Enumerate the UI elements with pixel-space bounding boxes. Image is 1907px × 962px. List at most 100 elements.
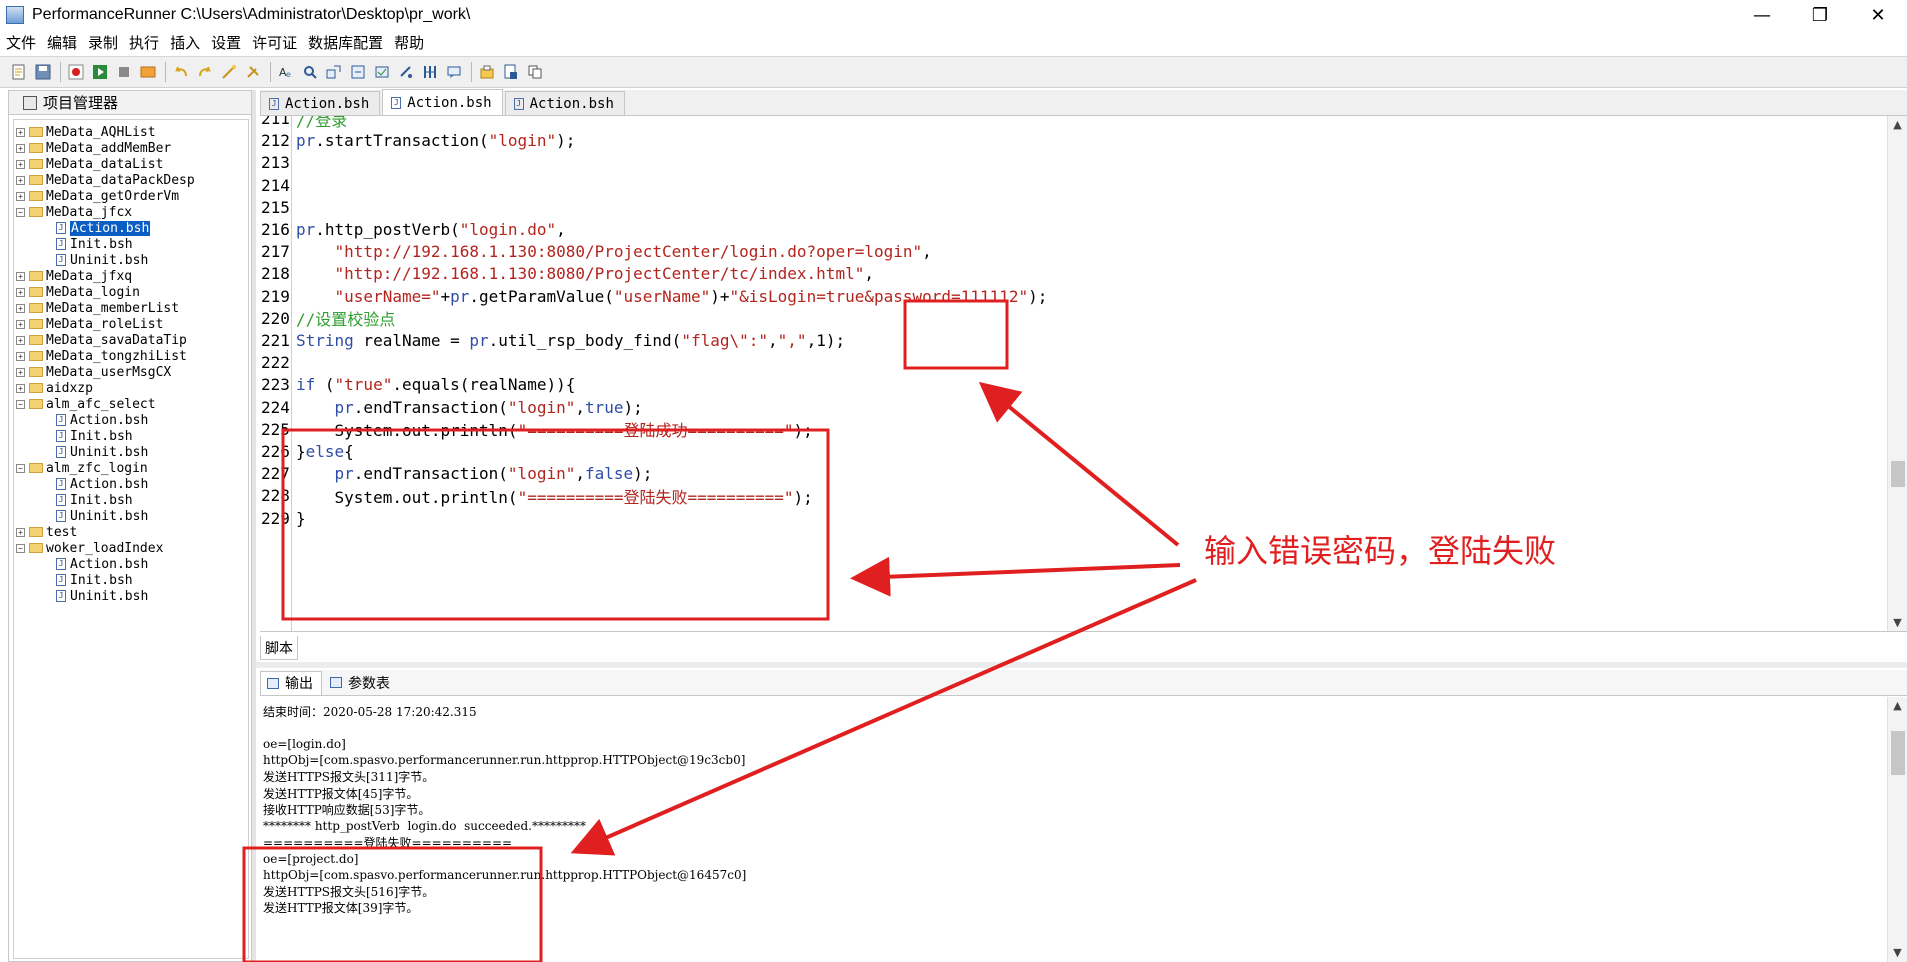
code-token: );: [633, 464, 653, 484]
horizontal-splitter[interactable]: [256, 662, 1907, 668]
expand-icon[interactable]: +: [16, 303, 25, 313]
menu-settings[interactable]: 设置: [205, 32, 246, 53]
tree-folder[interactable]: + MeData_savaDataTip: [14, 332, 248, 348]
save-icon[interactable]: [34, 63, 52, 81]
collapse-icon[interactable]: −: [16, 399, 25, 409]
tree-file[interactable]: J Action.bsh: [14, 220, 248, 236]
record-icon[interactable]: [67, 63, 85, 81]
font-icon[interactable]: Ae: [277, 63, 295, 81]
expand-icon[interactable]: +: [16, 159, 25, 169]
tree-file[interactable]: J Uninit.bsh: [14, 444, 248, 460]
copy-icon[interactable]: [526, 63, 544, 81]
expand-icon[interactable]: +: [16, 143, 25, 153]
scroll-up-icon[interactable]: ▲: [1888, 116, 1907, 134]
expand-icon[interactable]: +: [16, 367, 25, 377]
tree-file[interactable]: J Init.bsh: [14, 236, 248, 252]
tree-folder[interactable]: + MeData_jfxq: [14, 268, 248, 284]
tree-file[interactable]: J Uninit.bsh: [14, 508, 248, 524]
scroll-down-icon[interactable]: ▼: [1888, 944, 1907, 962]
tree-folder[interactable]: + MeData_getOrderVm: [14, 188, 248, 204]
tree-file[interactable]: J Action.bsh: [14, 476, 248, 492]
new-file-icon[interactable]: [10, 63, 28, 81]
tree-folder[interactable]: + MeData_memberList: [14, 300, 248, 316]
stop-icon[interactable]: [115, 63, 133, 81]
checkpoint-icon[interactable]: [373, 63, 391, 81]
maximize-button[interactable]: ❐: [1791, 0, 1849, 30]
tab-output[interactable]: 输出: [260, 670, 322, 695]
tree-folder[interactable]: − woker_loadIndex: [14, 540, 248, 556]
expand-icon[interactable]: +: [16, 527, 25, 537]
menu-database-config[interactable]: 数据库配置: [302, 32, 388, 53]
play-icon[interactable]: [91, 63, 109, 81]
undo-icon[interactable]: [172, 63, 190, 81]
collapse-icon[interactable]: −: [16, 463, 25, 473]
parameter-icon[interactable]: [397, 63, 415, 81]
tree-file[interactable]: J Init.bsh: [14, 428, 248, 444]
search-icon[interactable]: [301, 63, 319, 81]
collapse-icon[interactable]: −: [16, 207, 25, 217]
menu-run[interactable]: 执行: [123, 32, 164, 53]
output-log[interactable]: 结束时间：2020-05-28 17:20:42.315 oe=[login.do…: [260, 697, 1907, 962]
panel-splitter[interactable]: [252, 90, 256, 962]
editor-scroll-thumb[interactable]: [1891, 461, 1905, 487]
redo-icon[interactable]: [196, 63, 214, 81]
expand-icon[interactable]: +: [16, 271, 25, 281]
expand-icon[interactable]: +: [16, 175, 25, 185]
tree-folder[interactable]: + MeData_tongzhiList: [14, 348, 248, 364]
tools-icon[interactable]: [244, 63, 262, 81]
tree-folder[interactable]: − alm_afc_select: [14, 396, 248, 412]
menu-insert[interactable]: 插入: [164, 32, 205, 53]
code-editor[interactable]: 211//登录 212 pr.startTransaction("login"); 2…: [260, 116, 1907, 632]
expand-icon[interactable]: +: [16, 287, 25, 297]
expand-icon[interactable]: +: [16, 335, 25, 345]
menu-record[interactable]: 录制: [82, 32, 123, 53]
tree-file[interactable]: J Init.bsh: [14, 492, 248, 508]
tab-action-2[interactable]: J Action.bsh: [382, 89, 503, 115]
expand-icon[interactable]: +: [16, 351, 25, 361]
tree-folder[interactable]: + MeData_dataPackDesp: [14, 172, 248, 188]
settings-icon[interactable]: [478, 63, 496, 81]
menu-edit[interactable]: 编辑: [41, 32, 82, 53]
tree-folder[interactable]: + MeData_AQHList: [14, 124, 248, 140]
comment-icon[interactable]: [445, 63, 463, 81]
tree-folder[interactable]: + MeData_userMsgCX: [14, 364, 248, 380]
tree-folder[interactable]: + MeData_roleList: [14, 316, 248, 332]
tree-folder[interactable]: + MeData_login: [14, 284, 248, 300]
menu-file[interactable]: 文件: [0, 32, 41, 53]
columns-icon[interactable]: [421, 63, 439, 81]
menu-license[interactable]: 许可证: [246, 32, 302, 53]
tab-action-3[interactable]: J Action.bsh: [504, 91, 625, 115]
transaction-icon[interactable]: [325, 63, 343, 81]
tree-file[interactable]: J Uninit.bsh: [14, 588, 248, 604]
document-icon[interactable]: [502, 63, 520, 81]
tree-file[interactable]: J Init.bsh: [14, 572, 248, 588]
tree-folder[interactable]: + MeData_dataList: [14, 156, 248, 172]
editor-scrollbar[interactable]: ▲ ▼: [1887, 116, 1907, 631]
tab-parameter-table[interactable]: 参数表: [324, 671, 398, 695]
output-scroll-thumb[interactable]: [1891, 731, 1905, 775]
tree-folder[interactable]: + MeData_addMemBer: [14, 140, 248, 156]
tree-folder[interactable]: + test: [14, 524, 248, 540]
close-button[interactable]: ✕: [1849, 0, 1907, 30]
minimize-button[interactable]: —: [1733, 0, 1791, 30]
expand-icon[interactable]: +: [16, 383, 25, 393]
output-scrollbar[interactable]: ▲ ▼: [1887, 697, 1907, 962]
toggle-icon[interactable]: [139, 63, 157, 81]
wand-icon[interactable]: [220, 63, 238, 81]
collapse-icon[interactable]: −: [16, 543, 25, 553]
scroll-down-icon[interactable]: ▼: [1888, 614, 1907, 631]
expand-icon[interactable]: +: [16, 191, 25, 201]
tree-file[interactable]: J Action.bsh: [14, 412, 248, 428]
tree-folder[interactable]: − MeData_jfcx: [14, 204, 248, 220]
scroll-up-icon[interactable]: ▲: [1888, 697, 1907, 715]
rendezvous-icon[interactable]: [349, 63, 367, 81]
menu-help[interactable]: 帮助: [388, 32, 429, 53]
tree-folder[interactable]: − alm_zfc_login: [14, 460, 248, 476]
tree-folder[interactable]: + aidxzp: [14, 380, 248, 396]
tab-action-1[interactable]: J Action.bsh: [260, 91, 381, 115]
expand-icon[interactable]: +: [16, 127, 25, 137]
tree-file[interactable]: J Uninit.bsh: [14, 252, 248, 268]
tree-file[interactable]: J Action.bsh: [14, 556, 248, 572]
expand-icon[interactable]: +: [16, 319, 25, 329]
tab-script[interactable]: 脚本: [260, 636, 298, 660]
